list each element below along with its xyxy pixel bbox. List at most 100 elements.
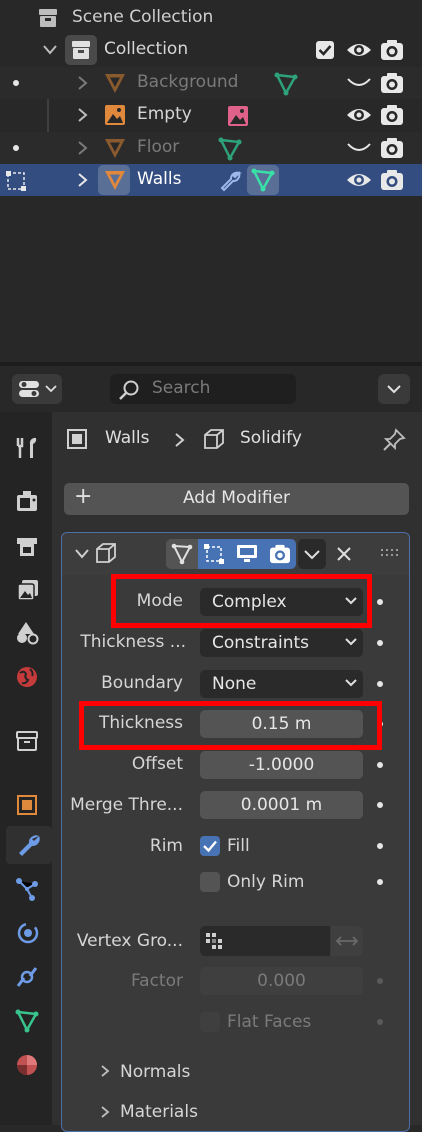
- tab-tool[interactable]: [8, 428, 46, 466]
- pin-icon[interactable]: [382, 428, 406, 452]
- image-empty-icon: [105, 105, 125, 125]
- thickness-mode-dropdown[interactable]: Constraints: [200, 629, 363, 657]
- keyframe-dot[interactable]: [377, 640, 383, 646]
- chevron-down-icon: [304, 550, 320, 560]
- keyframe-dot[interactable]: [377, 843, 383, 849]
- object-icon: [105, 171, 125, 190]
- boundary-dropdown[interactable]: None: [200, 670, 363, 698]
- tab-output[interactable]: [8, 528, 46, 566]
- checkbox-checked-icon[interactable]: [316, 41, 334, 59]
- on-cage-toggle[interactable]: [166, 539, 198, 569]
- editor-type-button[interactable]: [12, 374, 62, 404]
- tab-modifiers[interactable]: [6, 826, 52, 864]
- chevron-down-icon[interactable]: [42, 44, 58, 56]
- eye-icon[interactable]: [346, 170, 372, 190]
- keyframe-dot[interactable]: [377, 802, 383, 808]
- tab-material[interactable]: [8, 1046, 46, 1084]
- chevron-down-icon[interactable]: [74, 548, 90, 560]
- edit-mode-icon[interactable]: [4, 169, 28, 193]
- camera-icon[interactable]: [380, 39, 404, 61]
- chevron-right-icon[interactable]: [77, 75, 89, 91]
- merge-threshold-field[interactable]: 0.0001 m: [200, 791, 363, 819]
- chevron-right-icon[interactable]: [100, 1064, 110, 1078]
- close-icon[interactable]: [336, 546, 352, 562]
- object-icon: [67, 429, 87, 449]
- offset-field[interactable]: -1.0000: [200, 751, 363, 779]
- invert-vertex-group-button[interactable]: [331, 926, 363, 956]
- modifier-menu-button[interactable]: [298, 539, 326, 569]
- viewport-toggle[interactable]: [231, 539, 264, 569]
- particles-icon: [16, 878, 38, 901]
- materials-subpanel[interactable]: Materials: [120, 1102, 198, 1122]
- outliner-row-scene-collection[interactable]: Scene Collection: [0, 2, 422, 34]
- tab-collection[interactable]: [8, 722, 46, 760]
- constraints-icon: [16, 967, 38, 987]
- tab-scene[interactable]: [8, 614, 46, 652]
- keyframe-dot[interactable]: [377, 1019, 383, 1025]
- eye-closed-icon[interactable]: [346, 77, 372, 89]
- outliner-row-floor[interactable]: Floor: [0, 132, 422, 164]
- chevron-right-icon[interactable]: [100, 1105, 110, 1119]
- check-icon: [203, 840, 217, 853]
- eye-icon[interactable]: [346, 40, 372, 60]
- normals-subpanel[interactable]: Normals: [120, 1062, 190, 1082]
- tab-particles[interactable]: [8, 870, 46, 908]
- scene-collection-label: Scene Collection: [72, 7, 214, 27]
- rim-label: Rim: [149, 836, 183, 856]
- mesh-data-icon[interactable]: [251, 168, 275, 192]
- chevron-right-icon[interactable]: [77, 107, 89, 123]
- scene-icon: [17, 622, 39, 645]
- rim-fill-checkbox[interactable]: [200, 836, 220, 856]
- vertex-group-field[interactable]: [200, 926, 330, 956]
- keyframe-dot[interactable]: [377, 681, 383, 687]
- search-icon: [119, 380, 139, 400]
- edit-mode-toggle[interactable]: [198, 539, 231, 569]
- physics-icon: [17, 922, 39, 944]
- factor-field[interactable]: 0.000: [200, 967, 363, 995]
- tab-object[interactable]: [8, 786, 46, 824]
- outliner-row-collection[interactable]: Collection: [0, 34, 422, 66]
- camera-icon[interactable]: [380, 72, 404, 94]
- drag-handle-icon[interactable]: [380, 548, 400, 558]
- camera-icon[interactable]: [380, 169, 404, 191]
- outliner-row-walls[interactable]: Walls: [0, 164, 422, 196]
- properties-header: Search: [0, 366, 422, 412]
- wrench-icon[interactable]: [219, 169, 243, 193]
- tab-world[interactable]: [8, 658, 46, 696]
- tab-render[interactable]: [8, 482, 46, 520]
- output-icon: [17, 538, 37, 556]
- keyframe-dot[interactable]: [377, 599, 383, 605]
- keyframe-dot[interactable]: [377, 762, 383, 768]
- mesh-data-icon[interactable]: [274, 72, 298, 96]
- only-rim-checkbox[interactable]: [200, 872, 220, 892]
- outliner-row-background[interactable]: Background: [0, 67, 422, 99]
- outliner-panel: Scene Collection Collection Background E…: [0, 0, 422, 362]
- camera-icon: [270, 544, 290, 564]
- search-field[interactable]: Search: [110, 374, 296, 404]
- outliner-item-label: Floor: [137, 137, 180, 157]
- keyframe-dot[interactable]: [377, 879, 383, 885]
- flat-faces-checkbox[interactable]: [200, 1012, 220, 1032]
- mesh-data-icon[interactable]: [218, 137, 242, 161]
- tab-constraints[interactable]: [8, 958, 46, 996]
- factor-label: Factor: [130, 971, 183, 991]
- options-dropdown-button[interactable]: [378, 374, 410, 404]
- camera-icon[interactable]: [380, 137, 404, 159]
- properties-tabs: [0, 412, 52, 1125]
- chevron-right-icon[interactable]: [77, 140, 89, 156]
- image-data-icon[interactable]: [226, 104, 250, 128]
- camera-icon[interactable]: [380, 104, 404, 126]
- add-modifier-button[interactable]: + Add Modifier: [64, 483, 409, 515]
- search-placeholder: Search: [152, 378, 211, 398]
- chevron-right-icon[interactable]: [77, 172, 89, 188]
- tab-physics[interactable]: [8, 914, 46, 952]
- render-toggle[interactable]: [264, 539, 296, 569]
- eye-icon[interactable]: [346, 105, 372, 125]
- properties-editor: Search Walls Solidify + Add Modifier Mod…: [0, 366, 422, 1132]
- vertex-group-label: Vertex Gro...: [76, 931, 183, 951]
- keyframe-dot[interactable]: [377, 978, 383, 984]
- outliner-row-empty[interactable]: Empty: [0, 99, 422, 131]
- eye-closed-icon[interactable]: [346, 142, 372, 154]
- tab-view-layer[interactable]: [8, 572, 46, 610]
- tab-data[interactable]: [8, 1002, 46, 1040]
